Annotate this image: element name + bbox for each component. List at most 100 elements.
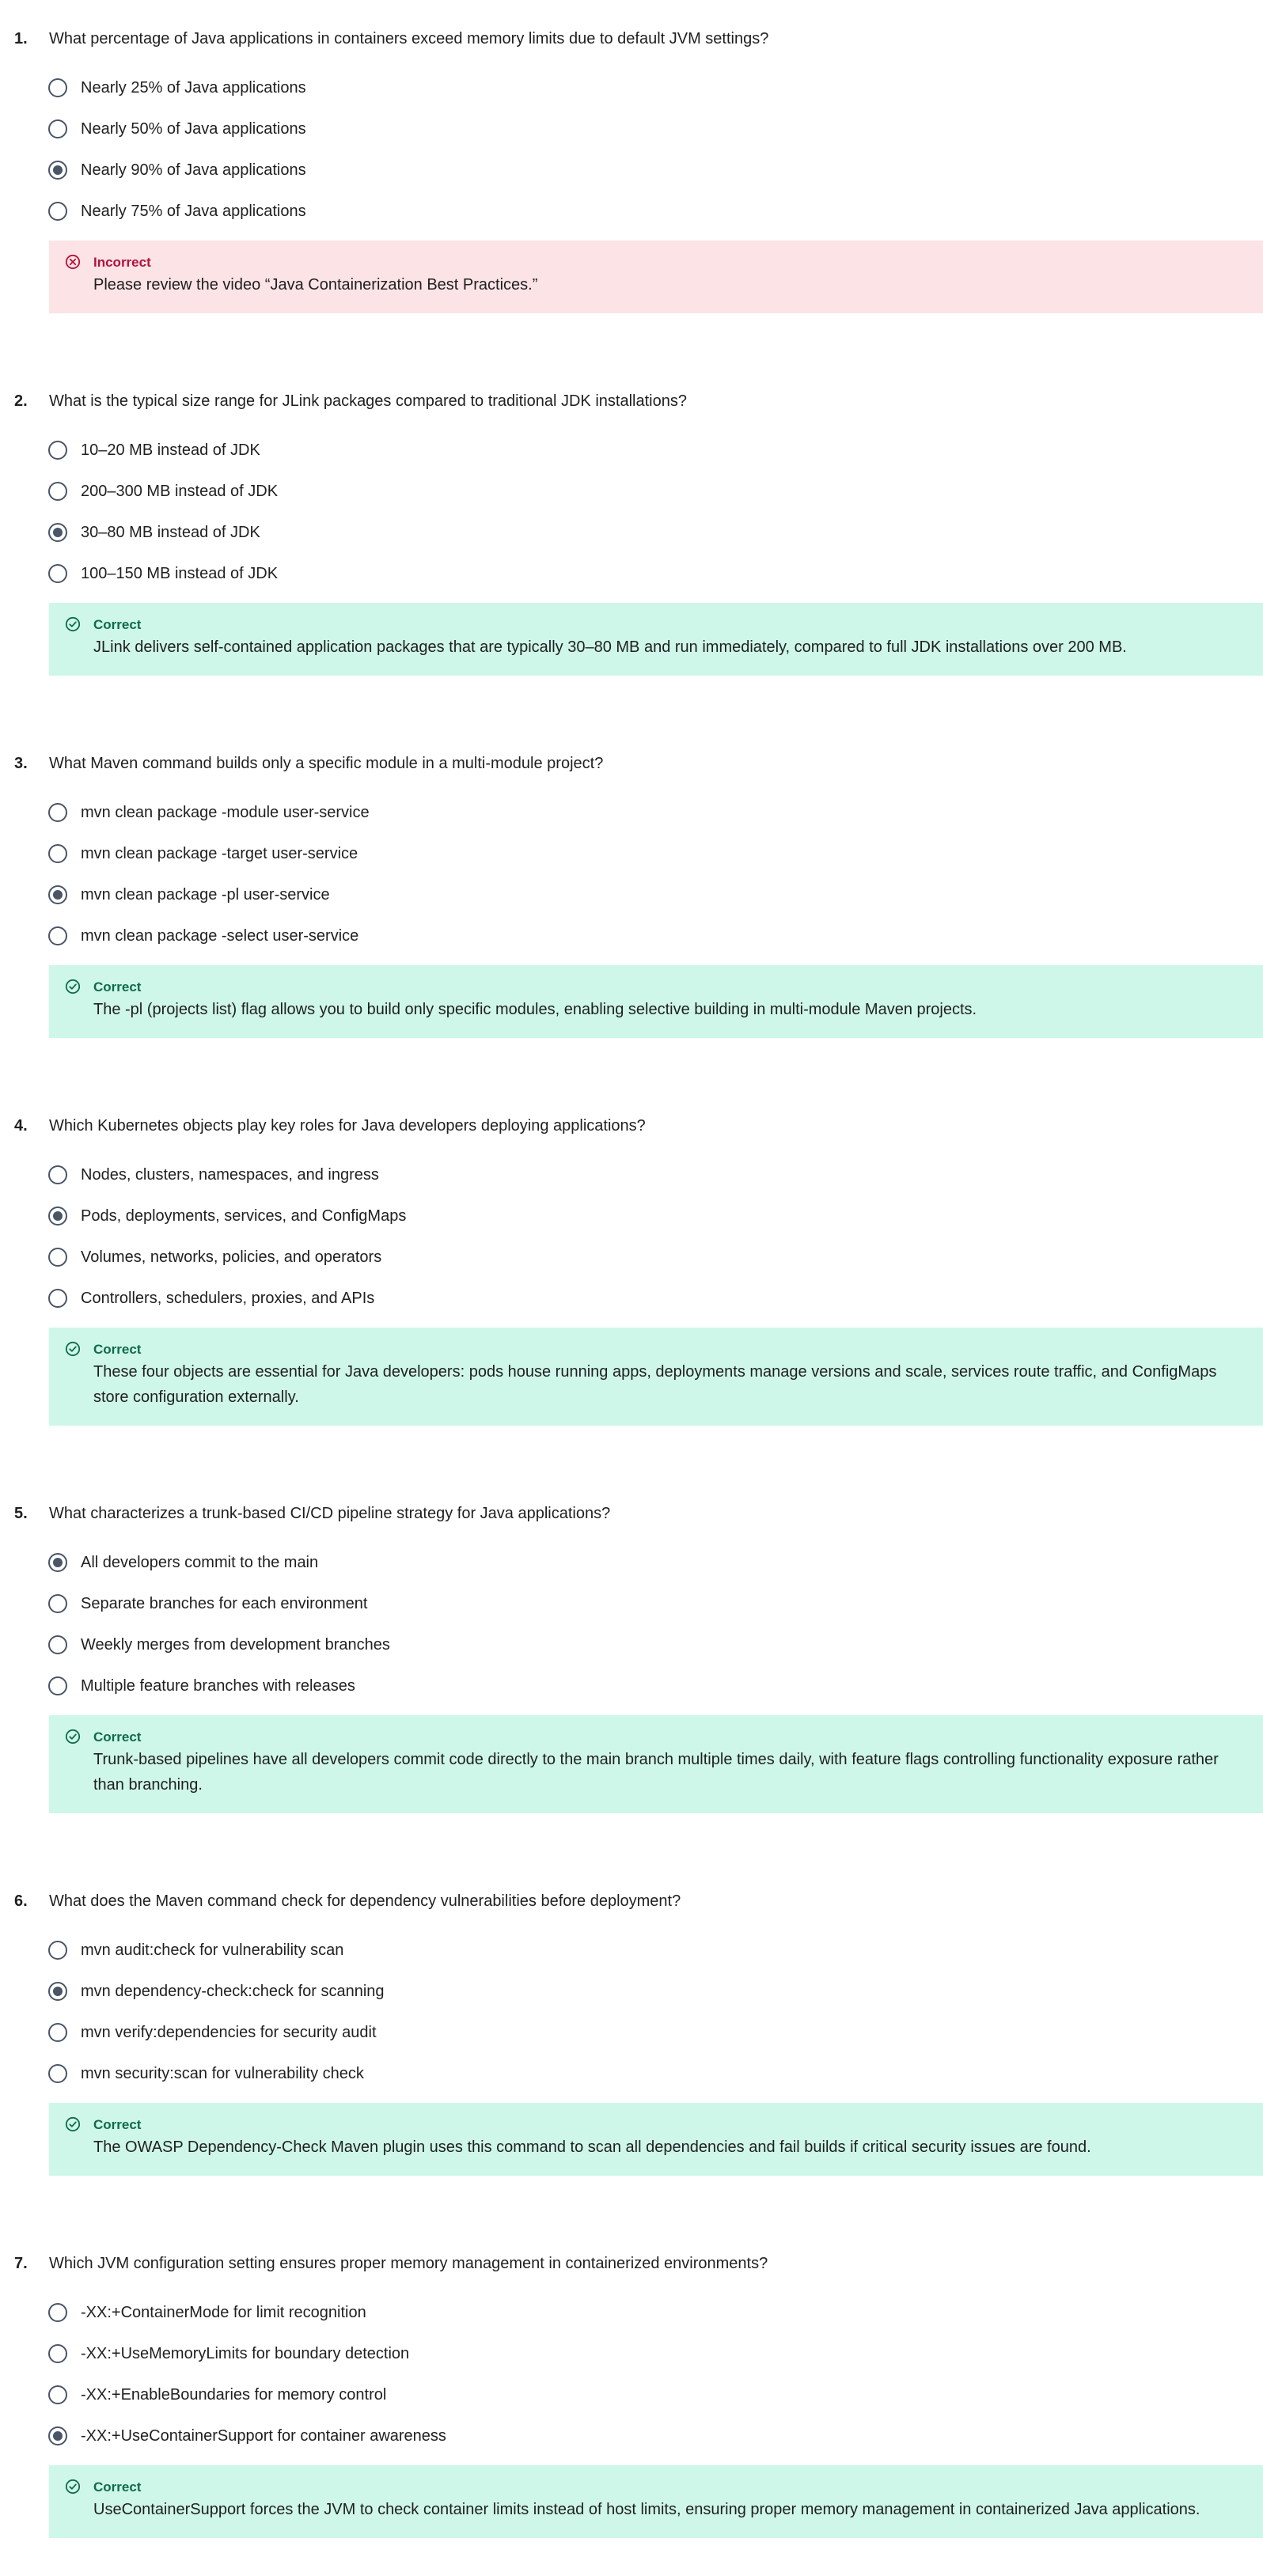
answer-option-label: mvn clean package -target user-service xyxy=(81,845,358,862)
radio-button[interactable] xyxy=(48,2303,67,2322)
answer-option-label: Controllers, schedulers, proxies, and AP… xyxy=(81,1290,375,1307)
answer-option[interactable]: mvn clean package -target user-service xyxy=(0,835,1263,877)
answer-option[interactable]: -XX:+UseContainerSupport for container a… xyxy=(0,2418,1263,2459)
radio-button[interactable] xyxy=(48,2426,67,2445)
answer-option[interactable]: Nearly 90% of Java applications xyxy=(0,152,1263,193)
answer-option-label: Weekly merges from development branches xyxy=(81,1636,390,1654)
answer-option[interactable]: 10–20 MB instead of JDK xyxy=(0,432,1263,473)
quiz-question: 2. What is the typical size range for JL… xyxy=(0,391,1263,676)
answer-option[interactable]: mvn security:scan for vulnerability chec… xyxy=(0,2055,1263,2097)
radio-button[interactable] xyxy=(48,926,67,945)
radio-button[interactable] xyxy=(48,564,67,583)
answer-option[interactable]: Nearly 25% of Java applications xyxy=(0,70,1263,111)
radio-button[interactable] xyxy=(48,1248,67,1267)
quiz-question: 5. What characterizes a trunk-based CI/C… xyxy=(0,1503,1263,1813)
answer-option[interactable]: mvn dependency-check:check for scanning xyxy=(0,1973,1263,2014)
answer-option[interactable]: -XX:+EnableBoundaries for memory control xyxy=(0,2377,1263,2418)
feedback-status: Correct xyxy=(93,1342,142,1357)
answer-option[interactable]: -XX:+UseMemoryLimits for boundary detect… xyxy=(0,2335,1263,2377)
feedback-message: The OWASP Dependency-Check Maven plugin … xyxy=(93,2138,1091,2156)
radio-button[interactable] xyxy=(48,441,67,460)
answer-option[interactable]: -XX:+ContainerMode for limit recognition xyxy=(0,2294,1263,2335)
feedback-box: Correct JLink delivers self-contained ap… xyxy=(49,603,1263,676)
radio-button[interactable] xyxy=(48,844,67,863)
feedback-box: Correct UseContainerSupport forces the J… xyxy=(49,2465,1263,2538)
check-circle-icon xyxy=(65,2116,81,2132)
answer-option-label: Nodes, clusters, namespaces, and ingress xyxy=(81,1166,379,1184)
feedback-message: Trunk-based pipelines have all developer… xyxy=(93,1751,1219,1794)
answer-option-label: 30–80 MB instead of JDK xyxy=(81,524,260,541)
radio-button[interactable] xyxy=(48,2385,67,2404)
radio-button[interactable] xyxy=(48,119,67,138)
answer-option[interactable]: mvn clean package -module user-service xyxy=(0,794,1263,835)
answer-option[interactable]: mvn clean package -pl user-service xyxy=(0,877,1263,918)
radio-button[interactable] xyxy=(48,1635,67,1654)
answer-option-label: Nearly 75% of Java applications xyxy=(81,203,306,220)
radio-button[interactable] xyxy=(48,885,67,904)
radio-button[interactable] xyxy=(48,2064,67,2083)
answer-option[interactable]: Pods, deployments, services, and ConfigM… xyxy=(0,1198,1263,1239)
answer-option[interactable]: Controllers, schedulers, proxies, and AP… xyxy=(0,1280,1263,1321)
answer-option[interactable]: Weekly merges from development branches xyxy=(0,1627,1263,1668)
answer-option[interactable]: mvn audit:check for vulnerability scan xyxy=(0,1932,1263,1973)
quiz-question: 6. What does the Maven command check for… xyxy=(0,1891,1263,2176)
question-text: What is the typical size range for JLink… xyxy=(49,392,687,410)
quiz-question: 4. Which Kubernetes objects play key rol… xyxy=(0,1116,1263,1426)
answer-option[interactable]: All developers commit to the main xyxy=(0,1544,1263,1585)
answer-option-label: -XX:+ContainerMode for limit recognition xyxy=(81,2304,366,2321)
radio-button[interactable] xyxy=(48,1553,67,1572)
answer-option[interactable]: 200–300 MB instead of JDK xyxy=(0,473,1263,514)
answer-option[interactable]: Multiple feature branches with releases xyxy=(0,1668,1263,1709)
radio-button[interactable] xyxy=(48,2344,67,2363)
answer-option-label: Nearly 90% of Java applications xyxy=(81,161,306,179)
radio-button[interactable] xyxy=(48,1165,67,1184)
answer-option[interactable]: Nearly 75% of Java applications xyxy=(0,193,1263,234)
feedback-message: JLink delivers self-contained applicatio… xyxy=(93,638,1127,656)
feedback-status: Correct xyxy=(93,2479,142,2495)
feedback-status: Correct xyxy=(93,1729,142,1744)
radio-button[interactable] xyxy=(48,1207,67,1225)
feedback-box: Incorrect Please review the video “Java … xyxy=(49,241,1263,313)
radio-button[interactable] xyxy=(48,523,67,542)
answer-option[interactable]: Volumes, networks, policies, and operato… xyxy=(0,1239,1263,1280)
feedback-box: Correct The OWASP Dependency-Check Maven… xyxy=(49,2103,1263,2176)
quiz-results: 1. What percentage of Java applications … xyxy=(0,0,1263,2538)
answer-option[interactable]: 100–150 MB instead of JDK xyxy=(0,555,1263,597)
radio-button[interactable] xyxy=(48,202,67,221)
answer-option[interactable]: mvn verify:dependencies for security aud… xyxy=(0,2014,1263,2055)
answer-option[interactable]: Nearly 50% of Java applications xyxy=(0,111,1263,152)
radio-button[interactable] xyxy=(48,1676,67,1695)
feedback-message: Please review the video “Java Containeri… xyxy=(93,276,538,294)
check-circle-icon xyxy=(65,2479,81,2495)
answer-option[interactable]: 30–80 MB instead of JDK xyxy=(0,514,1263,555)
question-number: 6. xyxy=(14,1892,28,1910)
question-number: 4. xyxy=(14,1117,28,1135)
answer-options: 10–20 MB instead of JDK 200–300 MB inste… xyxy=(0,432,1263,597)
check-circle-icon xyxy=(65,1341,81,1357)
feedback-status: Correct xyxy=(93,2117,142,2132)
answer-option-label: Pods, deployments, services, and ConfigM… xyxy=(81,1207,407,1225)
question-header: 6. What does the Maven command check for… xyxy=(0,1891,1263,1911)
answer-option[interactable]: mvn clean package -select user-service xyxy=(0,918,1263,959)
question-text: Which JVM configuration setting ensures … xyxy=(49,2255,768,2272)
answer-option-label: 10–20 MB instead of JDK xyxy=(81,441,260,459)
radio-button[interactable] xyxy=(48,1941,67,1960)
question-number: 7. xyxy=(14,2255,28,2272)
answer-option[interactable]: Nodes, clusters, namespaces, and ingress xyxy=(0,1157,1263,1198)
radio-button[interactable] xyxy=(48,482,67,501)
radio-button[interactable] xyxy=(48,2023,67,2042)
answer-options: Nearly 25% of Java applications Nearly 5… xyxy=(0,70,1263,234)
radio-button[interactable] xyxy=(48,78,67,97)
radio-button[interactable] xyxy=(48,161,67,180)
answer-option[interactable]: Separate branches for each environment xyxy=(0,1585,1263,1627)
answer-option-label: Separate branches for each environment xyxy=(81,1595,368,1612)
answer-option-label: mvn clean package -select user-service xyxy=(81,927,359,945)
answer-option-label: 200–300 MB instead of JDK xyxy=(81,483,279,500)
answer-option-label: Nearly 25% of Java applications xyxy=(81,79,306,97)
radio-button[interactable] xyxy=(48,803,67,822)
radio-button[interactable] xyxy=(48,1594,67,1613)
answer-option-label: mvn security:scan for vulnerability chec… xyxy=(81,2065,364,2082)
radio-button[interactable] xyxy=(48,1982,67,2001)
answer-options: mvn clean package -module user-service m… xyxy=(0,794,1263,959)
radio-button[interactable] xyxy=(48,1289,67,1308)
